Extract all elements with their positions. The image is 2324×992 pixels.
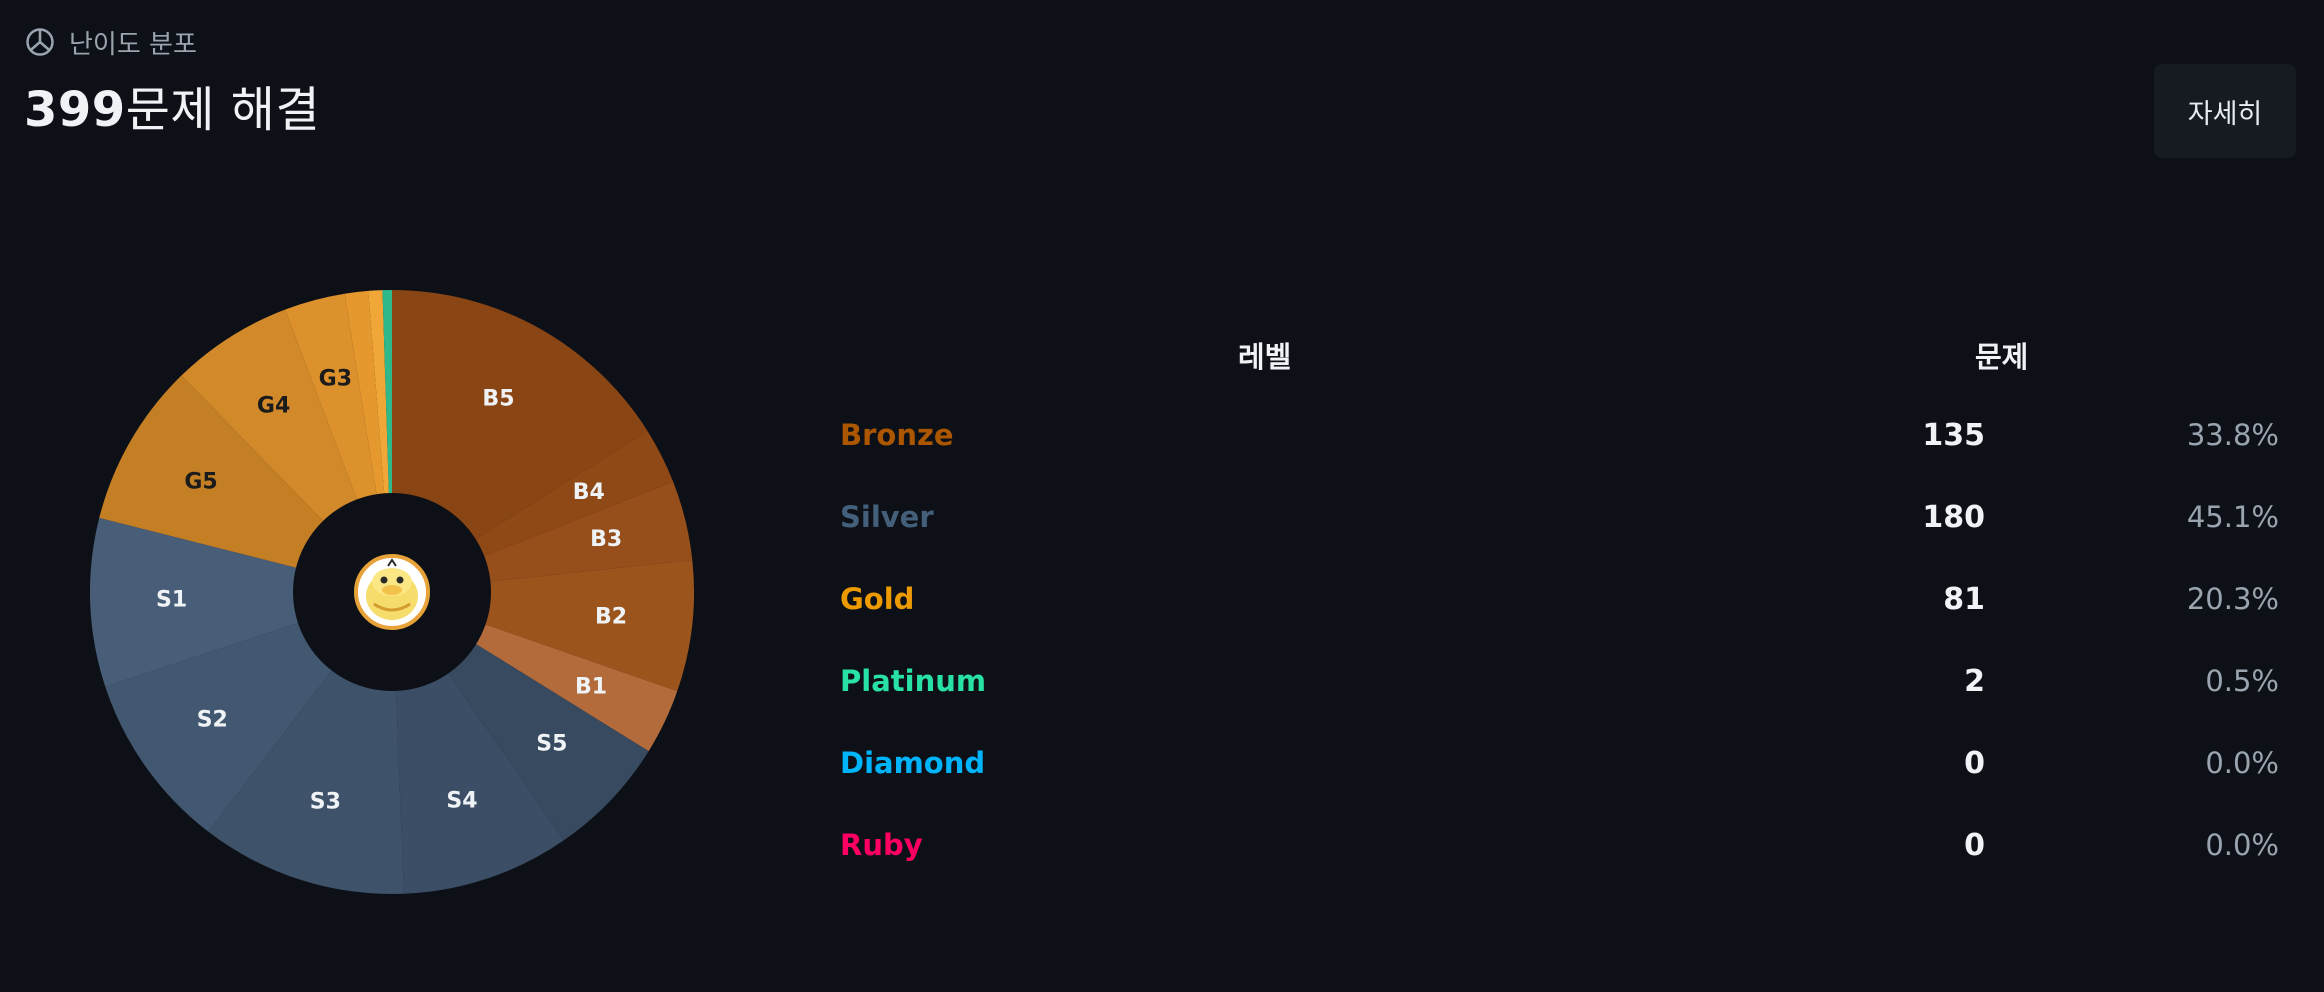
- tier-name: Gold: [840, 582, 915, 616]
- tier-row-silver: Silver 180 45.1%: [0, 488, 2324, 548]
- tier-percent: 0.5%: [2205, 664, 2279, 698]
- tier-count: 180: [1922, 500, 1985, 535]
- tier-count: 0: [1964, 828, 1985, 863]
- detail-button[interactable]: 자세히: [2154, 64, 2296, 158]
- slice-label-g3: G3: [319, 366, 352, 391]
- tier-name: Platinum: [840, 664, 987, 698]
- tier-count: 135: [1922, 418, 1985, 453]
- tier-row-gold: Gold 81 20.3%: [0, 570, 2324, 630]
- tier-row-ruby: Ruby 0 0.0%: [0, 816, 2324, 876]
- tier-count: 0: [1964, 746, 1985, 781]
- problems-column-header: 문제: [1975, 340, 2029, 374]
- tier-row-diamond: Diamond 0 0.0%: [0, 734, 2324, 794]
- tier-percent: 0.0%: [2205, 746, 2279, 780]
- tier-percent: 45.1%: [2186, 500, 2279, 534]
- tier-row-bronze: Bronze 135 33.8%: [0, 406, 2324, 466]
- tier-count: 81: [1943, 582, 1985, 617]
- tier-name: Bronze: [840, 418, 954, 452]
- tier-name: Ruby: [840, 828, 923, 862]
- tier-count: 2: [1964, 664, 1985, 699]
- tier-row-platinum: Platinum 2 0.5%: [0, 652, 2324, 712]
- level-column-header: 레벨: [1238, 340, 1292, 374]
- tier-percent: 20.3%: [2186, 582, 2279, 616]
- tier-name: Diamond: [840, 746, 986, 780]
- tier-percent: 0.0%: [2205, 828, 2279, 862]
- tier-name: Silver: [840, 500, 934, 534]
- tier-percent: 33.8%: [2186, 418, 2279, 452]
